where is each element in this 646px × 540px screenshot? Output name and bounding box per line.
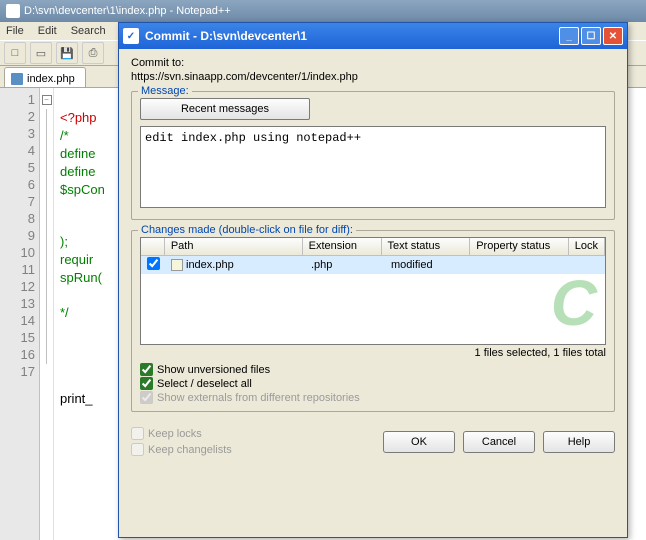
- chk-keeplocks: [131, 427, 144, 440]
- chk-selectall-row[interactable]: Select / deselect all: [140, 377, 606, 390]
- toolbar-save-icon[interactable]: 💾: [56, 42, 78, 64]
- commit-body: Commit to: https://svn.sinaapp.com/devce…: [119, 49, 627, 465]
- list-row[interactable]: index.php .php modified: [141, 256, 605, 274]
- changes-list[interactable]: C Path Extension Text status Property st…: [140, 237, 606, 345]
- chk-keepchange-label: Keep changelists: [148, 444, 232, 456]
- chk-externals-label: Show externals from different repositori…: [157, 392, 360, 404]
- changes-group: Changes made (double-click on file for d…: [131, 230, 615, 412]
- commit-titlebar[interactable]: ✓ Commit - D:\svn\devcenter\1 _ ☐ ✕: [119, 23, 627, 49]
- col-ext[interactable]: Extension: [303, 238, 382, 255]
- message-group: Message: Recent messages: [131, 91, 615, 220]
- main-title: D:\svn\devcenter\1\index.php - Notepad++: [24, 5, 231, 17]
- toolbar-saveall-icon[interactable]: ⎙: [82, 42, 104, 64]
- row-path-text: index.php: [186, 259, 234, 271]
- col-text-status[interactable]: Text status: [382, 238, 471, 255]
- col-lock[interactable]: Lock: [569, 238, 605, 255]
- commit-dialog: ✓ Commit - D:\svn\devcenter\1 _ ☐ ✕ Comm…: [118, 22, 628, 538]
- row-prop: [475, 264, 575, 266]
- watermark-icon: C: [551, 266, 597, 340]
- toolbar-new-icon[interactable]: □: [4, 42, 26, 64]
- chk-keepchange: [131, 443, 144, 456]
- minimize-icon[interactable]: _: [559, 27, 579, 45]
- chk-externals: [140, 391, 153, 404]
- recent-messages-button[interactable]: Recent messages: [140, 98, 310, 120]
- maximize-icon[interactable]: ☐: [581, 27, 601, 45]
- close-icon[interactable]: ✕: [603, 27, 623, 45]
- commit-app-icon: ✓: [123, 28, 139, 44]
- line-gutter: 123 456 789 101112 131415 1617: [0, 88, 40, 540]
- row-checkbox[interactable]: [147, 257, 160, 270]
- menu-file[interactable]: File: [6, 25, 24, 37]
- file-icon: [171, 259, 183, 271]
- row-status: modified: [385, 258, 475, 272]
- status-count: 1 files selected, 1 files total: [140, 347, 606, 359]
- col-prop-status[interactable]: Property status: [470, 238, 569, 255]
- commit-url: https://svn.sinaapp.com/devcenter/1/inde…: [131, 71, 615, 83]
- col-path[interactable]: Path: [165, 238, 303, 255]
- chk-keeplocks-label: Keep locks: [148, 428, 202, 440]
- commit-title: Commit - D:\svn\devcenter\1: [145, 29, 557, 43]
- chk-unversioned-label: Show unversioned files: [157, 364, 270, 376]
- chk-unversioned[interactable]: [140, 363, 153, 376]
- chk-unversioned-row[interactable]: Show unversioned files: [140, 363, 606, 376]
- fold-box-icon[interactable]: −: [42, 95, 52, 105]
- bottom-row: Keep locks Keep changelists OK Cancel He…: [131, 426, 615, 457]
- message-legend: Message:: [138, 85, 192, 97]
- code-area[interactable]: <?php /* define define $spCon ); requir …: [54, 88, 111, 540]
- chk-keepchange-row: Keep changelists: [131, 443, 232, 456]
- message-textarea[interactable]: [140, 126, 606, 208]
- row-ext: .php: [305, 258, 385, 272]
- list-header: Path Extension Text status Property stat…: [141, 238, 605, 256]
- app-icon: [6, 4, 20, 18]
- file-tab-label: index.php: [27, 73, 75, 85]
- chk-keeplocks-row: Keep locks: [131, 427, 232, 440]
- main-titlebar[interactable]: D:\svn\devcenter\1\index.php - Notepad++: [0, 0, 646, 22]
- chk-externals-row: Show externals from different repositori…: [140, 391, 606, 404]
- file-tab-icon: [11, 73, 23, 85]
- fold-column: −: [40, 88, 54, 540]
- file-tab-indexphp[interactable]: index.php: [4, 67, 86, 87]
- cancel-button[interactable]: Cancel: [463, 431, 535, 453]
- col-check[interactable]: [141, 238, 165, 255]
- toolbar-open-icon[interactable]: ▭: [30, 42, 52, 64]
- menu-edit[interactable]: Edit: [38, 25, 57, 37]
- chk-selectall-label: Select / deselect all: [157, 378, 252, 390]
- help-button[interactable]: Help: [543, 431, 615, 453]
- changes-legend: Changes made (double-click on file for d…: [138, 224, 356, 236]
- ok-button[interactable]: OK: [383, 431, 455, 453]
- chk-selectall[interactable]: [140, 377, 153, 390]
- menu-search[interactable]: Search: [71, 25, 106, 37]
- commit-to-label: Commit to:: [131, 57, 615, 69]
